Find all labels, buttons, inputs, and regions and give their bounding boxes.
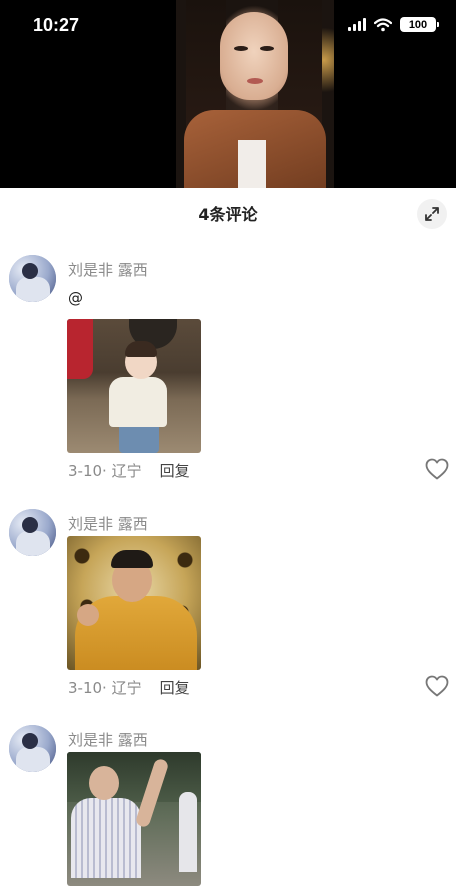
comment-username[interactable]: 刘是非 露西 <box>68 259 148 280</box>
comments-sheet: 4条评论 刘是非 露西 @ 3-10· 辽宁 回复 刘是非 露西 3-10· 辽… <box>0 188 456 886</box>
comment-text: @ <box>68 289 83 307</box>
comment-username[interactable]: 刘是非 露西 <box>68 513 148 534</box>
heart-outline-icon[interactable] <box>425 458 449 480</box>
avatar[interactable] <box>9 509 56 556</box>
comment-meta: 3-10· 辽宁 回复 <box>68 677 190 698</box>
comment-meta: 3-10· 辽宁 回复 <box>68 460 190 481</box>
reply-button[interactable]: 回复 <box>160 462 190 480</box>
wifi-icon <box>374 17 392 31</box>
status-icons: 100 <box>348 17 439 32</box>
status-time: 10:27 <box>33 15 80 35</box>
video-player[interactable]: 10:27 100 <box>0 0 456 188</box>
expand-button[interactable] <box>417 199 447 229</box>
expand-icon <box>425 207 439 221</box>
reply-button[interactable]: 回复 <box>160 679 190 697</box>
battery-indicator: 100 <box>400 17 439 32</box>
cellular-signal-icon <box>348 18 366 31</box>
heart-outline-icon[interactable] <box>425 675 449 697</box>
comment-image[interactable] <box>67 319 201 453</box>
comment-image[interactable] <box>67 752 201 886</box>
comment-date-location: 3-10· 辽宁 <box>68 679 142 697</box>
comment-image[interactable] <box>67 536 201 670</box>
comment-username[interactable]: 刘是非 露西 <box>68 729 148 750</box>
avatar[interactable] <box>9 725 56 772</box>
video-frame <box>176 0 334 188</box>
comments-title: 4条评论 <box>198 205 258 224</box>
avatar[interactable] <box>9 255 56 302</box>
comment-date-location: 3-10· 辽宁 <box>68 462 142 480</box>
